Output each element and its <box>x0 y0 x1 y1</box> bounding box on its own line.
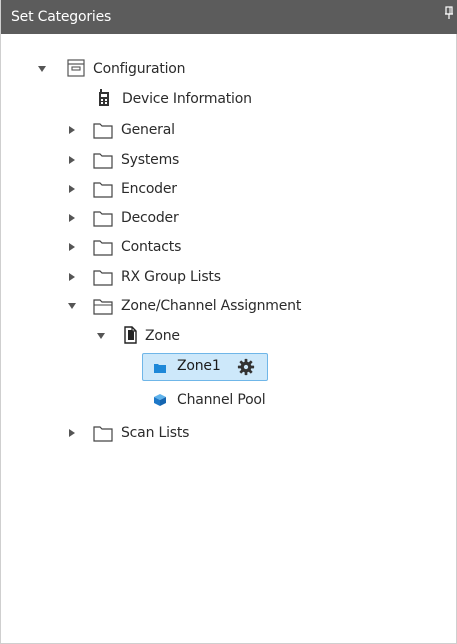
tree-label-zone1: Zone1 <box>177 358 221 374</box>
tree-item-channel-pool[interactable]: Channel Pool <box>1 388 457 412</box>
tree-item-configuration[interactable]: Configuration <box>1 57 457 81</box>
tree-label-scan-lists: Scan Lists <box>121 425 190 441</box>
gear-icon[interactable] <box>237 358 255 376</box>
tree-item-zone[interactable]: Zone <box>1 324 457 348</box>
tree-item-decoder[interactable]: Decoder <box>1 206 457 230</box>
collapse-toggle-icon[interactable] <box>67 125 77 135</box>
tree-label-zone-channel-assignment: Zone/Channel Assignment <box>121 298 302 314</box>
collapse-toggle-icon[interactable] <box>67 184 77 194</box>
collapse-toggle-icon[interactable] <box>67 428 77 438</box>
tree-label-general: General <box>121 122 175 138</box>
folder-icon <box>93 153 113 169</box>
folder-icon <box>93 182 113 198</box>
folder-open-icon <box>93 299 113 315</box>
tree-label-channel-pool: Channel Pool <box>177 392 266 408</box>
collapse-toggle-icon[interactable] <box>67 272 77 282</box>
tree-item-general[interactable]: General <box>1 118 457 142</box>
tree-label-contacts: Contacts <box>121 239 182 255</box>
config-box-icon <box>67 59 85 77</box>
folder-icon <box>93 426 113 442</box>
tree-label-decoder: Decoder <box>121 210 179 226</box>
folder-icon <box>93 211 113 227</box>
tree-label-systems: Systems <box>121 152 180 168</box>
folder-icon <box>93 123 113 139</box>
tree-label-encoder: Encoder <box>121 181 177 197</box>
cube-icon <box>154 394 166 406</box>
tree-item-rx-group-lists[interactable]: RX Group Lists <box>1 265 457 289</box>
folder-icon <box>93 270 113 286</box>
tree-item-device-information[interactable]: Device Information <box>1 87 457 111</box>
panel-titlebar: Set Categories <box>1 0 457 34</box>
tree-label-zone: Zone <box>145 328 180 344</box>
blue-folder-icon <box>154 364 166 373</box>
panel-title: Set Categories <box>11 9 112 25</box>
expand-toggle-icon[interactable] <box>37 64 47 74</box>
collapse-toggle-icon[interactable] <box>67 155 77 165</box>
tree-item-contacts[interactable]: Contacts <box>1 235 457 259</box>
expand-toggle-icon[interactable] <box>96 331 106 341</box>
tree-label-rx-group-lists: RX Group Lists <box>121 269 221 285</box>
expand-toggle-icon[interactable] <box>67 301 77 311</box>
tree-label-device-information: Device Information <box>122 91 252 107</box>
radio-device-icon <box>99 89 109 106</box>
collapse-toggle-icon[interactable] <box>67 242 77 252</box>
tree-item-zone-channel-assignment[interactable]: Zone/Channel Assignment <box>1 294 457 318</box>
tree-label-configuration: Configuration <box>93 61 186 77</box>
document-icon <box>124 326 137 344</box>
set-categories-panel: Set Categories Configuration Device Info… <box>0 0 457 644</box>
pin-icon[interactable] <box>444 6 454 20</box>
tree-item-encoder[interactable]: Encoder <box>1 177 457 201</box>
tree-item-zone1[interactable]: Zone1 <box>142 353 268 381</box>
folder-icon <box>93 240 113 256</box>
tree-item-systems[interactable]: Systems <box>1 148 457 172</box>
tree-item-scan-lists[interactable]: Scan Lists <box>1 421 457 445</box>
collapse-toggle-icon[interactable] <box>67 213 77 223</box>
